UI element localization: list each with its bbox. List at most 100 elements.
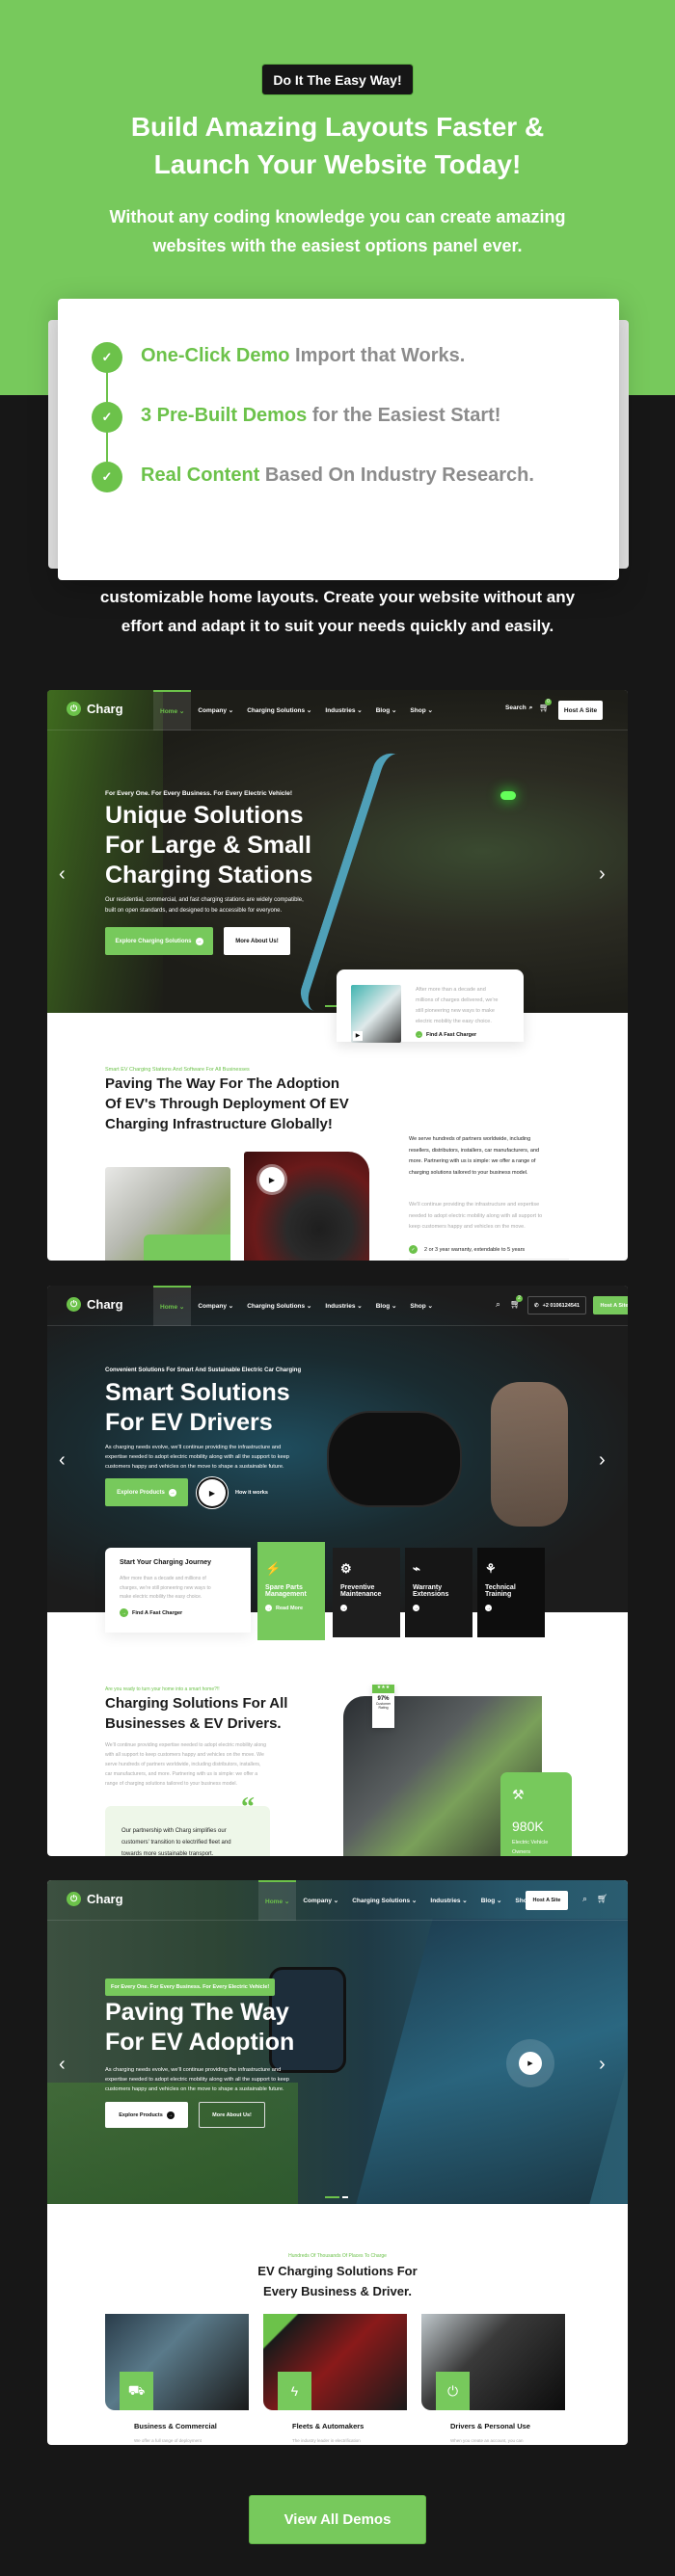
check-icon: ✓ [409, 1245, 418, 1254]
section-title-line: Charging Solutions For All [105, 1695, 288, 1712]
explore-products-button[interactable]: Explore Products → [105, 1478, 188, 1506]
plug-icon: ⏻ [67, 1892, 81, 1906]
check-icon: ✓ [92, 402, 122, 433]
menu-item-charging-solutions[interactable]: Charging Solutions ⌄ [345, 1880, 423, 1921]
view-all-demos-button[interactable]: View All Demos [250, 2496, 425, 2543]
logo-text: Charg [87, 702, 123, 716]
menu-item-blog[interactable]: Blog ⌄ [369, 690, 404, 730]
section-title-line: Paving The Way For The Adoption [105, 1076, 340, 1092]
logo[interactable]: ⏻ Charg [67, 1892, 123, 1906]
demo-preview-1[interactable]: ⏻ Charg Home ⌄ Company ⌄ Charging Solutio… [47, 690, 628, 1261]
quote-text: Our partnership with Charg simplifies ou… [122, 1825, 231, 1856]
stat-label: Electric Vehicle Owners [512, 1838, 560, 1856]
menu-item-company[interactable]: Company ⌄ [296, 1880, 345, 1921]
training-icon: ⚘ [485, 1561, 497, 1576]
demo-preview-3[interactable]: ⏻ Charg Home ⌄ Company ⌄ Charging Solutio… [47, 1880, 628, 2445]
play-icon[interactable]: ▶ [353, 1031, 363, 1041]
solution-card-text: The industry leader in electrification [292, 2438, 361, 2443]
phone-icon: ✆ [534, 1302, 539, 1309]
section-title: EV Charging Solutions For Every Business… [47, 2261, 628, 2301]
menu-item-company[interactable]: Company ⌄ [191, 1286, 240, 1326]
logo[interactable]: ⏻ Charg [67, 702, 123, 716]
next-slide-arrow[interactable]: › [599, 1449, 606, 1472]
top-nav: ⏻ Charg Home ⌄ Company ⌄ Charging Solutio… [47, 690, 628, 730]
service-card-spare-parts[interactable]: ⚡ Spare Parts Management → Read More [257, 1542, 325, 1640]
solution-card-text: When you create an account, you can [450, 2438, 524, 2443]
fleets-card-photo: ϟ [263, 2314, 407, 2410]
check-list-item: ✓ 2 or 3 year warranty, extendable to 5 y… [409, 1240, 569, 1260]
solution-card-title: Business & Commercial [134, 2422, 217, 2430]
menu-item-home[interactable]: Home ⌄ [258, 1880, 297, 1921]
find-charger-link[interactable]: → Find A Fast Charger [120, 1608, 182, 1617]
pagination-dot-active[interactable] [325, 2196, 339, 2198]
top-nav: ⏻ Charg Home ⌄ Company ⌄ Charging Solutio… [47, 1286, 628, 1326]
prev-slide-arrow[interactable]: ‹ [59, 863, 66, 886]
arrow-right-icon[interactable]: → [485, 1605, 492, 1611]
how-it-works-link[interactable]: How it works [235, 1490, 268, 1496]
top-nav: ⏻ Charg Home ⌄ Company ⌄ Charging Solutio… [47, 1880, 628, 1921]
host-site-button[interactable]: Host A Site [593, 1296, 628, 1315]
menu-item-industries[interactable]: Industries ⌄ [318, 690, 368, 730]
host-site-button[interactable]: Host A Site [526, 1891, 568, 1910]
slider-pagination[interactable] [325, 2196, 348, 2198]
rating-badge: ★★★ 97% Customer Rating [372, 1685, 394, 1728]
page-title: Build Amazing Layouts Faster & Launch Yo… [0, 108, 675, 183]
service-card-training[interactable]: ⚘ Technical Training → [477, 1548, 545, 1637]
explore-products-button[interactable]: Explore Products → [105, 2102, 188, 2128]
cart-icon[interactable]: 🛒︎ [597, 1894, 608, 1904]
service-card-warranty[interactable]: ⌁ Warranty Extensions → [405, 1548, 472, 1637]
solution-card-drivers[interactable]: Drivers & Personal Use When you create an… [436, 2410, 565, 2445]
next-slide-arrow[interactable]: › [599, 863, 606, 886]
menu-item-shop[interactable]: Shop ⌄ [403, 690, 440, 730]
watch-video-badge[interactable]: ▶ [506, 2039, 554, 2087]
pagination-dot[interactable] [342, 2196, 348, 2198]
arrow-right-icon[interactable]: → [413, 1605, 419, 1611]
service-title: Management [265, 1591, 307, 1598]
arrow-right-icon[interactable]: → [340, 1605, 347, 1611]
hero-title-line: Charging Stations [105, 862, 313, 889]
prev-slide-arrow[interactable]: ‹ [59, 2054, 66, 2076]
play-video-button[interactable]: ▶ [199, 1479, 226, 1506]
info-line: millions of charges delivered, we're [416, 997, 499, 1003]
stars-icon: ★★★ [372, 1685, 394, 1693]
quote-line: Our partnership with Charg simplifies ou… [122, 1828, 227, 1834]
menu-item-company[interactable]: Company ⌄ [191, 690, 240, 730]
read-more-link[interactable]: → Read More [265, 1605, 317, 1611]
menu-item-blog[interactable]: Blog ⌄ [369, 1286, 404, 1326]
search-button[interactable]: Search ⌕ [505, 704, 532, 712]
hero-desc-line: Our residential, commercial, and fast ch… [105, 897, 304, 903]
menu-item-home[interactable]: Home ⌄ [153, 1286, 192, 1326]
solution-card-fleets[interactable]: Fleets & Automakers The industry leader i… [278, 2410, 407, 2445]
search-icon[interactable]: ⌕ [582, 1894, 587, 1904]
service-card-maintenance[interactable]: ⚙ Preventive Maintenance → [333, 1548, 400, 1637]
menu-item-shop[interactable]: Shop ⌄ [403, 1286, 440, 1326]
menu-item-charging-solutions[interactable]: Charging Solutions ⌄ [240, 690, 318, 730]
hero-title: Unique Solutions For Large & Small Charg… [105, 801, 312, 890]
solution-card-title: Fleets & Automakers [292, 2422, 364, 2430]
hero-tagline: For Every One. For Every Business. For E… [105, 790, 293, 797]
more-about-us-button[interactable]: More About Us! [224, 927, 290, 955]
check-list-item: ✓Monitor your charging and earn rewards … [409, 1260, 569, 1261]
demo-preview-2[interactable]: ⏻ Charg Home ⌄ Company ⌄ Charging Solutio… [47, 1286, 628, 1856]
phone-button[interactable]: ✆ +2 0106124541 [527, 1296, 586, 1315]
more-about-us-button[interactable]: More About Us! [199, 2102, 265, 2128]
explore-charging-button[interactable]: Explore Charging Solutions → [105, 927, 213, 955]
search-icon[interactable]: ⌕ [496, 1299, 500, 1310]
arrow-right-icon: → [168, 1488, 176, 1497]
check-icon: ✓ [92, 342, 122, 373]
menu-item-home[interactable]: Home ⌄ [153, 690, 192, 730]
menu-item-industries[interactable]: Industries ⌄ [423, 1880, 473, 1921]
para-line: We'll continue providing expertise neede… [105, 1742, 266, 1748]
find-charger-link[interactable]: → Find A Fast Charger [416, 1031, 476, 1038]
logo[interactable]: ⏻ Charg [67, 1297, 123, 1312]
next-slide-arrow[interactable]: › [599, 2054, 606, 2076]
menu-item-industries[interactable]: Industries ⌄ [318, 1286, 368, 1326]
host-site-button[interactable]: Host A Site [558, 701, 603, 720]
menu-item-blog[interactable]: Blog ⌄ [474, 1880, 509, 1921]
prev-slide-arrow[interactable]: ‹ [59, 1449, 66, 1472]
battery-icon: ⚡ [265, 1561, 282, 1576]
subtitle-line: websites with the easiest options panel … [152, 236, 523, 255]
play-video-button[interactable]: ▶ [259, 1167, 284, 1192]
solution-card-business[interactable]: Business & Commercial We offer a full ran… [120, 2410, 249, 2445]
menu-item-charging-solutions[interactable]: Charging Solutions ⌄ [240, 1286, 318, 1326]
